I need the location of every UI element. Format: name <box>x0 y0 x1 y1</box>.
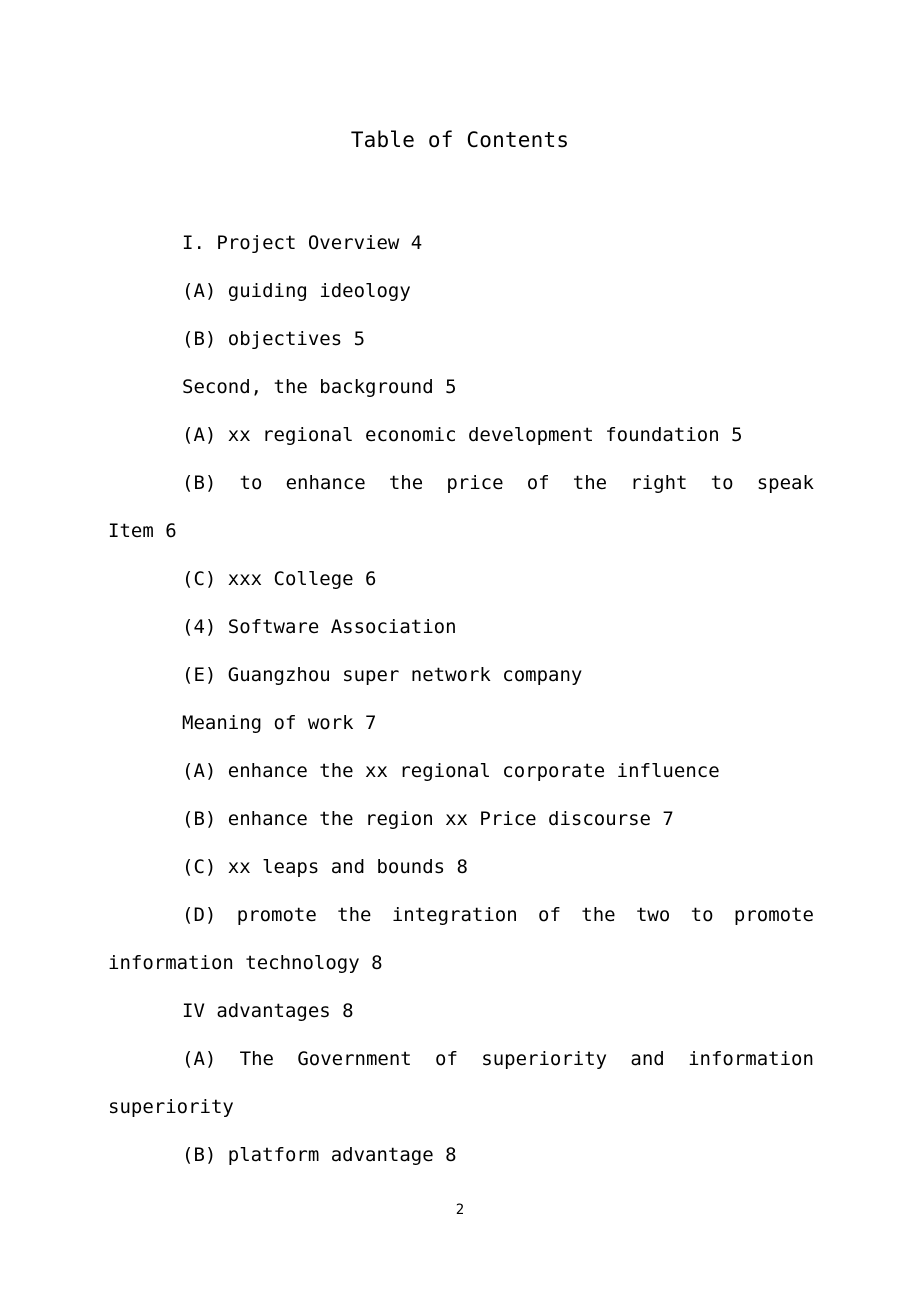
toc-word: (A) <box>182 1048 217 1070</box>
toc-entry-label: (B) objectives 5 <box>182 328 366 350</box>
toc-entry-line-2: information technology 8 <box>108 952 383 974</box>
toc-word: to <box>239 472 263 494</box>
toc-entry-enhance-regional-corporate-influence[interactable]: (A) enhance the xx regional corporate in… <box>108 747 814 795</box>
toc-entry-line-1: (B) to enhance the price of the right to speak <box>108 459 814 507</box>
toc-word: price <box>446 472 504 494</box>
toc-entry-label: (E) Guangzhou super network company <box>182 664 583 686</box>
toc-entry-project-overview[interactable]: I. Project Overview 4 <box>108 219 814 267</box>
toc-entry-regional-economic-development-foundation[interactable]: (A) xx regional economic development fou… <box>108 411 814 459</box>
toc-word: the <box>572 472 608 494</box>
toc-entry-meaning-of-work[interactable]: Meaning of work 7 <box>108 699 814 747</box>
toc-entry-enhance-region-price-discourse[interactable]: (B) enhance the region xx Price discours… <box>108 795 814 843</box>
toc-entry-label: (C) xx leaps and bounds 8 <box>182 856 468 878</box>
toc-word: enhance <box>285 472 366 494</box>
toc-word: the <box>337 904 372 926</box>
toc-entry-label: Meaning of work 7 <box>182 712 377 734</box>
toc-word: information <box>688 1048 814 1070</box>
toc-word: two <box>635 904 671 926</box>
toc-entry-guangzhou-super-network-company[interactable]: (E) Guangzhou super network company <box>108 651 814 699</box>
toc-word: speak <box>756 472 814 494</box>
toc-word: (D) <box>182 904 217 926</box>
toc-word: Government <box>297 1048 412 1070</box>
toc-word: (B) <box>182 472 217 494</box>
toc-entry-label: (A) xx regional economic development fou… <box>182 424 743 446</box>
toc-entry-software-association[interactable]: (4) Software Association <box>108 603 814 651</box>
toc-entry-label: (A) guiding ideology <box>182 280 411 302</box>
toc-entry-label: Second, the background 5 <box>182 376 457 398</box>
toc-word: superiority <box>481 1048 608 1070</box>
toc-entry-label: (B) platform advantage 8 <box>182 1144 457 1166</box>
toc-entry-line-1: (D) promote the integration of the two to promot… <box>108 891 814 939</box>
toc-entry-line-2: superiority <box>108 1096 234 1118</box>
toc-entry-enhance-price-right-to-speak[interactable]: (B) to enhance the price of the right to speak Ite… <box>108 459 814 555</box>
toc-word: promote <box>733 904 814 926</box>
toc-word: right <box>630 472 688 494</box>
toc-entry-label: IV advantages 8 <box>182 1000 354 1022</box>
toc-entry-line-2: Item 6 <box>108 520 177 542</box>
toc-entry-platform-advantage[interactable]: (B) platform advantage 8 <box>108 1131 814 1179</box>
toc-word: and <box>630 1048 665 1070</box>
toc-word: of <box>435 1048 458 1070</box>
toc-entry-guiding-ideology[interactable]: (A) guiding ideology <box>108 267 814 315</box>
document-page: Table of Contents I. Project Overview 4 (… <box>0 0 920 1302</box>
toc-word: of <box>526 472 550 494</box>
toc-entry-second-the-background[interactable]: Second, the background 5 <box>108 363 814 411</box>
toc-entry-objectives[interactable]: (B) objectives 5 <box>108 315 814 363</box>
toc-entry-iv-advantages[interactable]: IV advantages 8 <box>108 987 814 1035</box>
toc-entry-line-1: (A) The Government of superiority and informat… <box>108 1035 814 1083</box>
toc-word: The <box>239 1048 274 1070</box>
toc-entry-leaps-and-bounds[interactable]: (C) xx leaps and bounds 8 <box>108 843 814 891</box>
toc-entry-label: (A) enhance the xx regional corporate in… <box>182 760 720 782</box>
toc-word: the <box>388 472 424 494</box>
toc-word: to <box>710 472 734 494</box>
toc-entry-label: (C) xxx College 6 <box>182 568 377 590</box>
toc-entry-xxx-college[interactable]: (C) xxx College 6 <box>108 555 814 603</box>
toc-entry-promote-integration-of-the-two[interactable]: (D) promote the integration of the two to promot… <box>108 891 814 987</box>
toc-word: integration <box>391 904 518 926</box>
toc-word: of <box>538 904 561 926</box>
toc-entry-government-and-information-superiority[interactable]: (A) The Government of superiority and informat… <box>108 1035 814 1131</box>
page-number: 2 <box>455 1202 465 1218</box>
page-title: Table of Contents <box>350 128 570 152</box>
toc-entry-label: I. Project Overview 4 <box>182 232 423 254</box>
table-of-contents-list: I. Project Overview 4 (A) guiding ideolog… <box>108 219 814 1179</box>
toc-entry-label: (B) enhance the region xx Price discours… <box>182 808 674 830</box>
toc-word: promote <box>236 904 317 926</box>
toc-word: the <box>581 904 616 926</box>
toc-word: to <box>690 904 714 926</box>
toc-entry-label: (4) Software Association <box>182 616 457 638</box>
